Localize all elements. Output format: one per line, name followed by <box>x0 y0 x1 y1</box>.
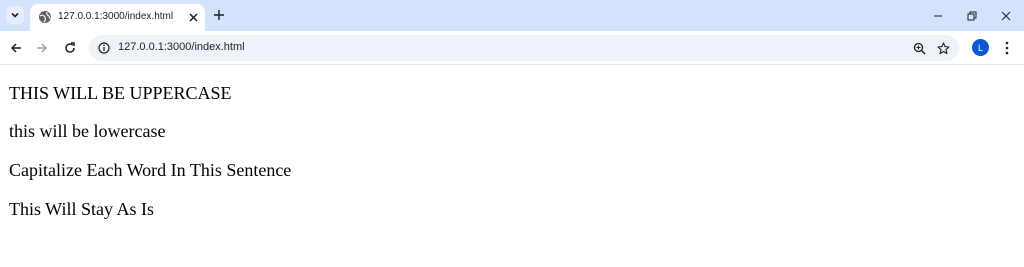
zoom-button[interactable] <box>911 40 927 56</box>
minimize-icon <box>934 15 942 17</box>
tab-strip: 127.0.0.1:3000/index.html <box>0 0 1024 31</box>
tab-title: 127.0.0.1:3000/index.html <box>58 11 174 22</box>
close-tab-button[interactable] <box>186 10 200 24</box>
arrow-left-icon <box>10 43 21 53</box>
restore-icon <box>967 11 977 21</box>
capitalize-paragraph: Capitalize Each Word In This Sentence <box>9 160 292 180</box>
window-close-button[interactable] <box>996 6 1016 26</box>
page-content: THIS WILL BE UPPERCASE this will be lowe… <box>0 66 1024 267</box>
browser-toolbar: 127.0.0.1:3000/index.html L <box>0 31 1024 65</box>
arrow-right-icon <box>37 43 48 53</box>
bookmark-button[interactable] <box>935 40 951 56</box>
globe-icon <box>39 11 51 23</box>
restore-button[interactable] <box>962 6 982 26</box>
minimize-button[interactable] <box>928 6 948 26</box>
new-tab-button[interactable] <box>211 7 227 23</box>
more-vertical-icon <box>1005 41 1009 55</box>
star-icon <box>936 41 950 54</box>
url-text[interactable]: 127.0.0.1:3000/index.html <box>118 41 245 53</box>
close-icon <box>1001 11 1011 21</box>
zoom-in-icon <box>913 42 926 55</box>
lowercase-paragraph: this will be lowercase <box>9 121 166 141</box>
close-icon <box>188 12 198 22</box>
unchanged-paragraph: This Will Stay As Is <box>9 199 154 219</box>
back-button[interactable] <box>7 39 25 57</box>
reload-icon <box>65 42 75 53</box>
tab-search-button[interactable] <box>6 6 24 24</box>
uppercase-paragraph: THIS WILL BE UPPERCASE <box>9 83 232 103</box>
chevron-down-icon <box>11 12 19 18</box>
info-icon <box>98 42 110 54</box>
forward-button[interactable] <box>33 39 51 57</box>
plus-icon <box>214 10 224 20</box>
active-tab[interactable]: 127.0.0.1:3000/index.html <box>30 4 205 31</box>
reload-button[interactable] <box>61 39 79 57</box>
site-info-button[interactable] <box>97 41 111 55</box>
browser-menu-button[interactable] <box>999 39 1015 57</box>
profile-avatar[interactable]: L <box>972 39 989 56</box>
address-bar[interactable]: 127.0.0.1:3000/index.html <box>89 35 959 61</box>
